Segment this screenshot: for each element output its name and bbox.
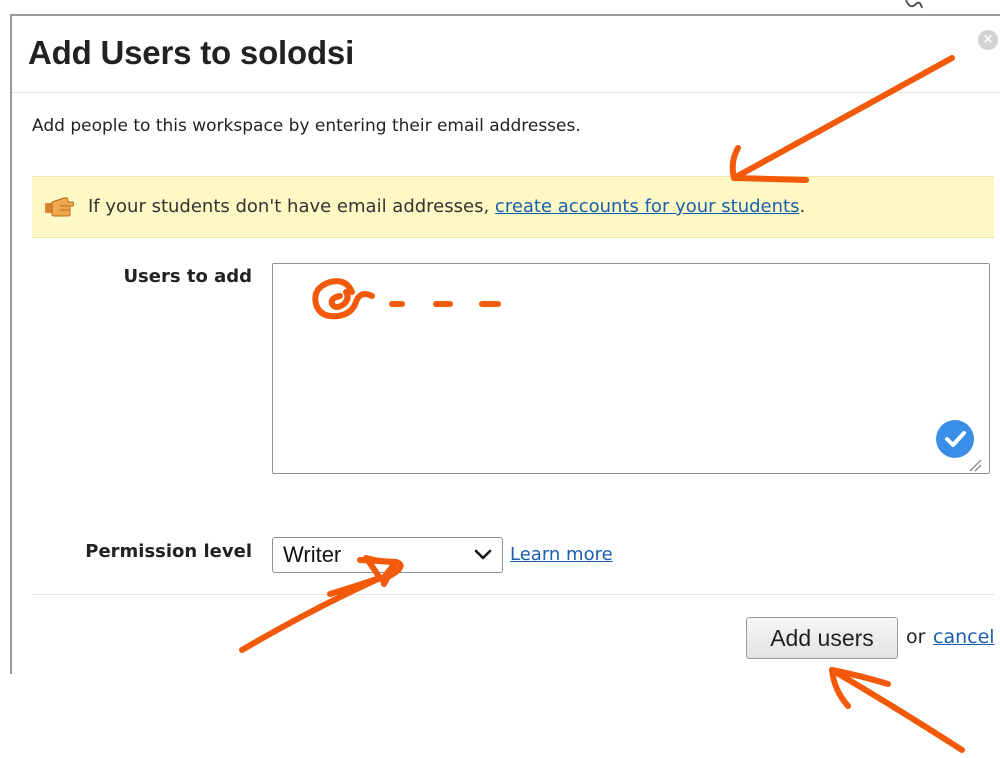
create-accounts-link[interactable]: create accounts for your students [495, 196, 800, 217]
cancel-link[interactable]: cancel [933, 626, 995, 648]
notice-text-before: If your students don't have email addres… [88, 196, 495, 217]
users-to-add-label: Users to add [123, 266, 252, 287]
dialog-title: Add Users to solodsi [28, 34, 355, 71]
users-to-add-field[interactable] [272, 263, 990, 474]
notice-banner: If your students don't have email addres… [32, 176, 994, 238]
notice-text-after: . [799, 196, 806, 217]
or-text: or [906, 626, 926, 648]
intro-text: Add people to this workspace by entering… [32, 116, 581, 136]
add-users-button[interactable]: Add users [746, 617, 898, 659]
dialog-header: Add Users to solodsi [12, 16, 1000, 93]
close-icon[interactable]: × [978, 30, 998, 50]
learn-more-link[interactable]: Learn more [510, 544, 613, 565]
annotation-arrow-to-button-head [829, 667, 891, 709]
checkmark-icon [945, 431, 966, 447]
grammar-check-badge[interactable] [936, 420, 974, 458]
pointing-hand-icon [45, 197, 74, 217]
notice-text: If your students don't have email addres… [88, 196, 805, 217]
resize-grip-icon[interactable] [966, 456, 982, 472]
chevron-down-icon [474, 549, 492, 560]
footer-divider [32, 594, 994, 595]
annotation-arrow-to-button [829, 667, 965, 753]
permission-level-label: Permission level [85, 541, 252, 562]
permission-level-value: Writer [283, 542, 342, 567]
permission-level-select[interactable]: Writer [272, 537, 503, 573]
cropped-text-fragment [905, 0, 923, 9]
